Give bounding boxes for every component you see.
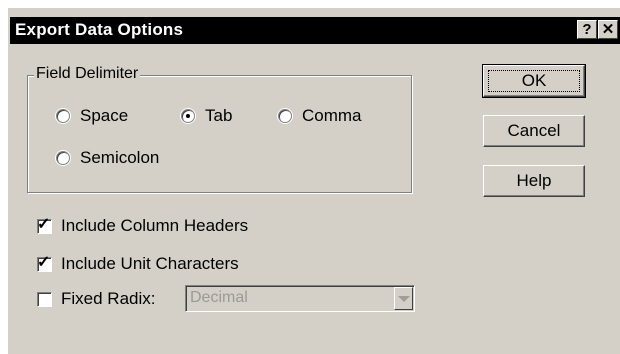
radio-semicolon-label: Semicolon <box>80 148 160 167</box>
radio-comma-label: Comma <box>302 106 362 125</box>
close-icon[interactable]: ✕ <box>598 20 618 39</box>
checkmark-icon: ✓ <box>37 215 51 233</box>
checkbox-include-column-headers[interactable]: ✓ Include Column Headers <box>37 216 248 236</box>
checkbox-fixed-radix[interactable]: Fixed Radix: <box>37 289 155 309</box>
radix-select-value: Decimal <box>190 289 248 306</box>
radio-selected-dot <box>186 114 190 118</box>
field-delimiter-label: Field Delimiter <box>34 65 141 83</box>
radio-space[interactable]: Space <box>56 106 128 126</box>
radio-space-label: Space <box>80 106 129 125</box>
dropdown-arrow-button[interactable] <box>394 287 413 310</box>
help-icon[interactable]: ? <box>577 20 597 39</box>
radio-comma-circle[interactable] <box>278 109 292 123</box>
checkmark-icon: ✓ <box>37 253 51 271</box>
chevron-down-icon <box>397 295 410 302</box>
radio-tab-circle[interactable] <box>181 109 195 123</box>
title-bar[interactable]: Export Data Options ? ✕ <box>10 17 620 44</box>
radio-tab[interactable]: Tab <box>181 106 232 126</box>
window-title: Export Data Options <box>15 20 184 39</box>
radio-tab-label: Tab <box>205 106 233 125</box>
ok-button[interactable]: OK <box>482 64 586 98</box>
checkbox-include-column-headers-label: Include Column Headers <box>61 216 249 235</box>
field-delimiter-group <box>27 75 412 193</box>
cancel-button[interactable]: Cancel <box>483 115 585 147</box>
checkbox-include-unit-characters[interactable]: ✓ Include Unit Characters <box>37 254 239 274</box>
radix-select[interactable]: Decimal <box>185 285 415 312</box>
checkbox-include-unit-characters-label: Include Unit Characters <box>61 254 239 273</box>
checkbox-fixed-radix-box[interactable] <box>37 291 52 307</box>
checkbox-include-unit-characters-box[interactable]: ✓ <box>37 253 52 272</box>
radio-semicolon[interactable]: Semicolon <box>56 148 159 168</box>
cancel-button-label: Cancel <box>507 121 561 140</box>
radio-space-circle[interactable] <box>56 109 70 123</box>
help-button[interactable]: Help <box>483 165 585 197</box>
radio-comma[interactable]: Comma <box>278 106 362 126</box>
focus-rectangle <box>488 70 580 92</box>
help-button-label: Help <box>516 171 552 190</box>
checkbox-include-column-headers-box[interactable]: ✓ <box>37 215 52 234</box>
checkbox-fixed-radix-label: Fixed Radix: <box>61 289 156 308</box>
radio-semicolon-circle[interactable] <box>56 151 70 165</box>
